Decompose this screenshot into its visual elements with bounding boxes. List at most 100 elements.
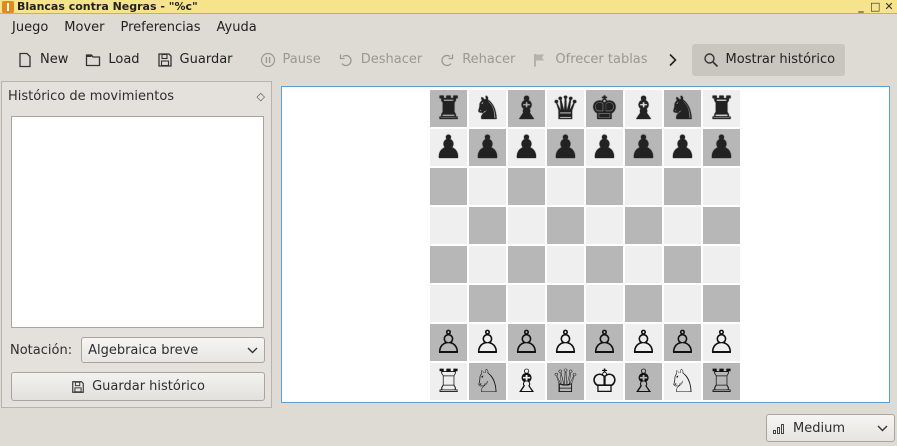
chess-piece[interactable]: ♟: [434, 128, 463, 167]
chess-piece[interactable]: ♘: [668, 362, 697, 401]
chess-piece[interactable]: ♙: [590, 323, 619, 362]
difficulty-select[interactable]: Medium: [766, 414, 895, 442]
chess-piece[interactable]: ♚: [590, 89, 619, 128]
square-a7[interactable]: ♟: [429, 128, 468, 167]
chess-piece[interactable]: ♖: [434, 362, 463, 401]
square-e8[interactable]: ♚: [585, 89, 624, 128]
square-h3[interactable]: [702, 284, 741, 323]
undo-button[interactable]: Deshacer: [329, 45, 430, 75]
square-f7[interactable]: ♟: [624, 128, 663, 167]
square-h1[interactable]: ♖: [702, 362, 741, 401]
square-a2[interactable]: ♙: [429, 323, 468, 362]
chess-piece[interactable]: ♖: [707, 362, 736, 401]
square-f4[interactable]: [624, 245, 663, 284]
square-h2[interactable]: ♙: [702, 323, 741, 362]
square-e2[interactable]: ♙: [585, 323, 624, 362]
square-h8[interactable]: ♜: [702, 89, 741, 128]
save-game-button[interactable]: Guardar: [148, 45, 241, 75]
close-button[interactable]: ✕: [884, 0, 894, 14]
square-e7[interactable]: ♟: [585, 128, 624, 167]
square-b7[interactable]: ♟: [468, 128, 507, 167]
chess-piece[interactable]: ♙: [434, 323, 463, 362]
square-d5[interactable]: [546, 206, 585, 245]
square-a1[interactable]: ♖: [429, 362, 468, 401]
square-f8[interactable]: ♝: [624, 89, 663, 128]
chess-piece[interactable]: ♘: [473, 362, 502, 401]
square-b8[interactable]: ♞: [468, 89, 507, 128]
chess-piece[interactable]: ♟: [590, 128, 619, 167]
square-c4[interactable]: [507, 245, 546, 284]
square-c7[interactable]: ♟: [507, 128, 546, 167]
menu-mover[interactable]: Mover: [56, 15, 112, 41]
square-b5[interactable]: [468, 206, 507, 245]
square-a3[interactable]: [429, 284, 468, 323]
square-g1[interactable]: ♘: [663, 362, 702, 401]
chess-piece[interactable]: ♗: [512, 362, 541, 401]
chess-piece[interactable]: ♙: [512, 323, 541, 362]
redo-button[interactable]: Rehacer: [430, 45, 523, 75]
menu-ayuda[interactable]: Ayuda: [209, 15, 265, 41]
square-a8[interactable]: ♜: [429, 89, 468, 128]
toolbar-overflow-button[interactable]: [662, 45, 684, 75]
square-b3[interactable]: [468, 284, 507, 323]
square-e3[interactable]: [585, 284, 624, 323]
menu-juego[interactable]: Juego: [4, 15, 56, 41]
chess-piece[interactable]: ♛: [551, 89, 580, 128]
chess-piece[interactable]: ♞: [473, 89, 502, 128]
chess-piece[interactable]: ♟: [629, 128, 658, 167]
panel-float-icon[interactable]: ◇: [257, 90, 265, 103]
chess-piece[interactable]: ♟: [551, 128, 580, 167]
menu-preferencias[interactable]: Preferencias: [113, 15, 209, 41]
new-game-button[interactable]: New: [8, 45, 76, 75]
notation-select[interactable]: Algebraica breve: [81, 337, 265, 363]
square-g4[interactable]: [663, 245, 702, 284]
minimize-button[interactable]: _: [856, 0, 866, 14]
chess-piece[interactable]: ♟: [473, 128, 502, 167]
square-g3[interactable]: [663, 284, 702, 323]
square-g8[interactable]: ♞: [663, 89, 702, 128]
square-c5[interactable]: [507, 206, 546, 245]
square-d6[interactable]: [546, 167, 585, 206]
square-e6[interactable]: [585, 167, 624, 206]
chess-piece[interactable]: ♙: [551, 323, 580, 362]
square-h4[interactable]: [702, 245, 741, 284]
square-e1[interactable]: ♔: [585, 362, 624, 401]
square-d8[interactable]: ♛: [546, 89, 585, 128]
chess-piece[interactable]: ♔: [590, 362, 619, 401]
square-h6[interactable]: [702, 167, 741, 206]
chess-piece[interactable]: ♙: [473, 323, 502, 362]
square-f5[interactable]: [624, 206, 663, 245]
pause-button[interactable]: Pause: [251, 45, 329, 75]
square-f1[interactable]: ♗: [624, 362, 663, 401]
square-e5[interactable]: [585, 206, 624, 245]
square-f3[interactable]: [624, 284, 663, 323]
square-c8[interactable]: ♝: [507, 89, 546, 128]
square-c1[interactable]: ♗: [507, 362, 546, 401]
square-b1[interactable]: ♘: [468, 362, 507, 401]
square-h7[interactable]: ♟: [702, 128, 741, 167]
load-game-button[interactable]: Load: [76, 45, 147, 75]
chess-piece[interactable]: ♙: [629, 323, 658, 362]
square-g6[interactable]: [663, 167, 702, 206]
square-a6[interactable]: [429, 167, 468, 206]
square-b4[interactable]: [468, 245, 507, 284]
square-d2[interactable]: ♙: [546, 323, 585, 362]
chess-piece[interactable]: ♜: [707, 89, 736, 128]
square-d7[interactable]: ♟: [546, 128, 585, 167]
chess-piece[interactable]: ♙: [707, 323, 736, 362]
square-f6[interactable]: [624, 167, 663, 206]
square-c2[interactable]: ♙: [507, 323, 546, 362]
square-a4[interactable]: [429, 245, 468, 284]
square-h5[interactable]: [702, 206, 741, 245]
chess-piece[interactable]: ♙: [668, 323, 697, 362]
chess-board[interactable]: ♜ ♞ ♝ ♛ ♚ ♝ ♞ ♜ ♟ ♟ ♟ ♟ ♟ ♟ ♟ ♟ ♙ ♙ ♙ ♙ ♙ ♙ ♙ ♙ ♖ ♘ ♗ ♕ ♔ ♗ ♘ ♖: [429, 89, 741, 401]
show-history-button[interactable]: Mostrar histórico: [691, 43, 846, 76]
square-g5[interactable]: [663, 206, 702, 245]
square-a5[interactable]: [429, 206, 468, 245]
move-history-list[interactable]: [11, 116, 264, 328]
square-c6[interactable]: [507, 167, 546, 206]
square-d3[interactable]: [546, 284, 585, 323]
maximize-button[interactable]: □: [870, 0, 880, 14]
offer-draw-button[interactable]: Ofrecer tablas: [523, 45, 655, 75]
chess-piece[interactable]: ♝: [629, 89, 658, 128]
